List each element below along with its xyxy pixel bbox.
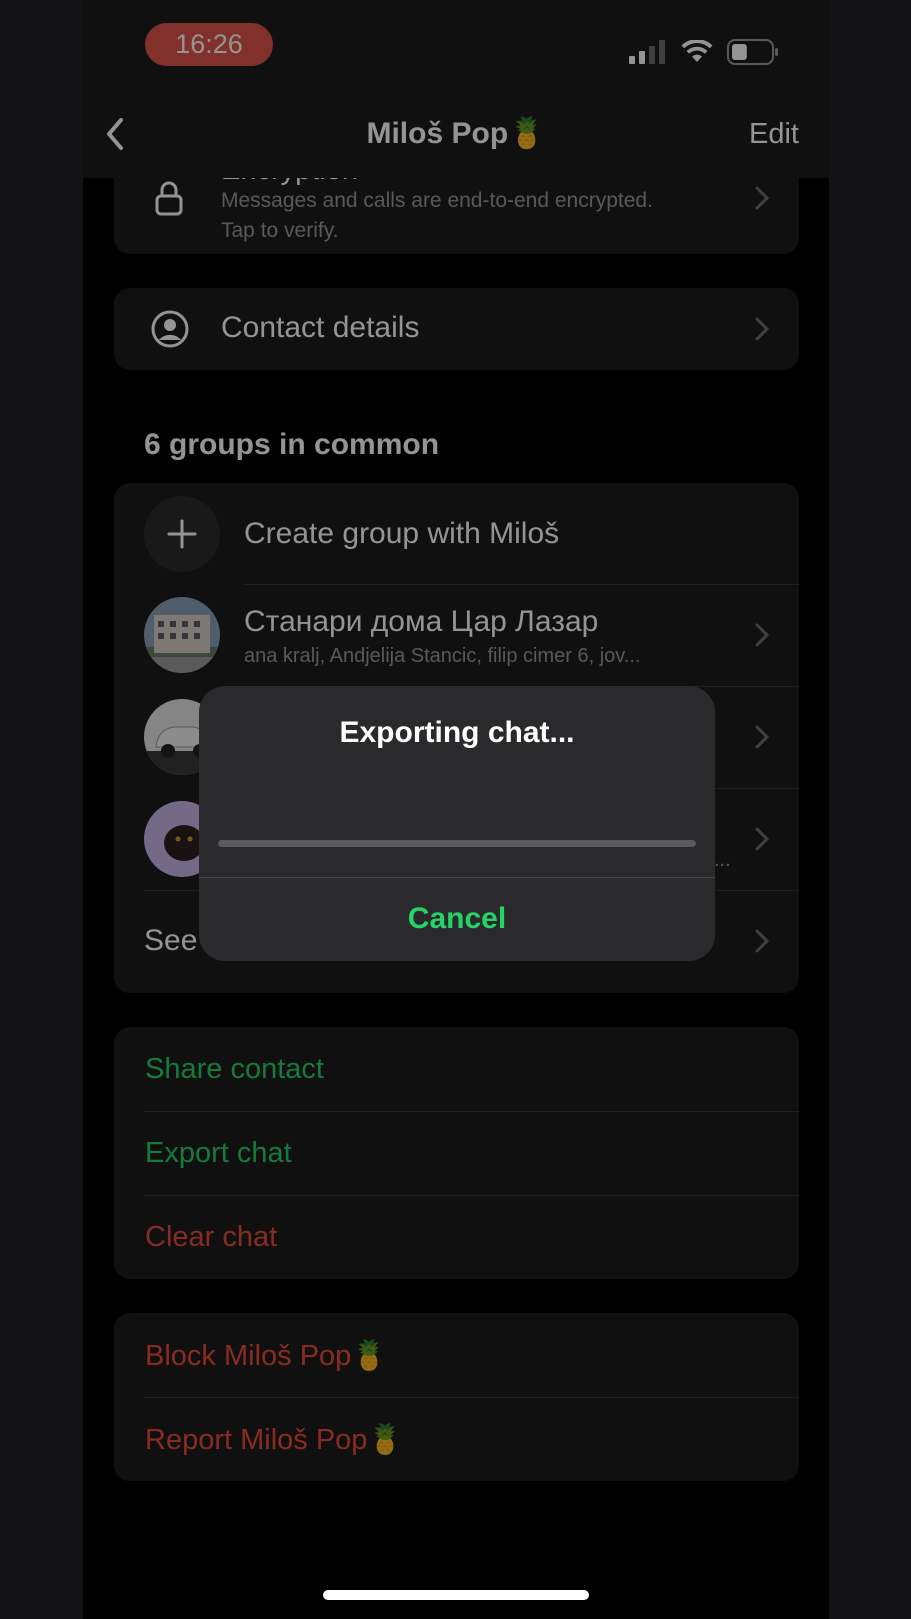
chevron-right-icon — [755, 186, 769, 210]
contact-details-label: Contact details — [221, 311, 420, 344]
actions-card: Share contact Export chat Clear chat — [114, 1027, 799, 1279]
lock-icon — [155, 181, 183, 216]
status-time[interactable]: 16:26 — [145, 23, 273, 66]
group-name: Станари дома Цар Лазар — [244, 605, 599, 638]
export-progress-bar — [218, 840, 696, 847]
group-members: ana kralj, Andjelija Stancic, filip cime… — [244, 645, 641, 667]
cancel-button[interactable]: Cancel — [199, 877, 715, 961]
wifi-icon — [681, 40, 713, 62]
divider — [144, 1111, 799, 1112]
create-group-row[interactable]: Create group with Miloš — [114, 483, 799, 583]
divider — [144, 1195, 799, 1196]
encryption-description: Messages and calls are end-to-end encryp… — [221, 189, 653, 242]
chevron-right-icon — [755, 623, 769, 647]
person-circle-icon — [151, 310, 189, 348]
building-image-icon — [144, 597, 220, 673]
dialog-title: Exporting chat... — [339, 716, 575, 749]
export-chat-button[interactable]: Export chat — [145, 1137, 292, 1170]
block-contact-button[interactable]: Block Miloš Pop🍍 — [145, 1339, 387, 1373]
create-group-icon — [144, 496, 220, 572]
exporting-dialog: Exporting chat... Cancel — [199, 686, 715, 961]
report-contact-button[interactable]: Report Miloš Pop🍍 — [145, 1423, 404, 1457]
contact-details-row[interactable]: Contact details — [114, 288, 799, 370]
nav-bar-overlay: Miloš Pop🍍 Edit — [83, 100, 829, 178]
edit-button[interactable]: Edit — [749, 114, 799, 154]
chevron-right-icon — [755, 929, 769, 953]
plus-icon — [167, 519, 197, 549]
group-avatar — [144, 597, 220, 673]
see-all-label: See — [144, 924, 198, 957]
chevron-right-icon — [755, 317, 769, 341]
group-members: ... — [714, 849, 731, 871]
signal-icon — [629, 40, 665, 64]
group-row[interactable]: Станари дома Цар Лазар ana kralj, Andjel… — [114, 585, 799, 685]
status-icons — [629, 38, 779, 66]
create-group-label: Create group with Miloš — [244, 517, 560, 550]
groups-header: 6 groups in common — [144, 428, 440, 461]
phone-screen: 16:26 Miloš Pop🍍 Edit — [83, 0, 829, 1619]
share-contact-button[interactable]: Share contact — [145, 1053, 324, 1086]
chevron-right-icon — [755, 827, 769, 851]
chevron-right-icon — [755, 725, 769, 749]
divider — [144, 1397, 799, 1398]
block-report-card: Block Miloš Pop🍍 Report Miloš Pop🍍 — [114, 1313, 799, 1481]
battery-icon — [727, 39, 778, 65]
home-indicator[interactable] — [323, 1590, 589, 1600]
clear-chat-button[interactable]: Clear chat — [145, 1221, 277, 1254]
page-title: Miloš Pop🍍 — [366, 117, 546, 150]
status-bar-overlay: 16:26 — [83, 0, 829, 100]
